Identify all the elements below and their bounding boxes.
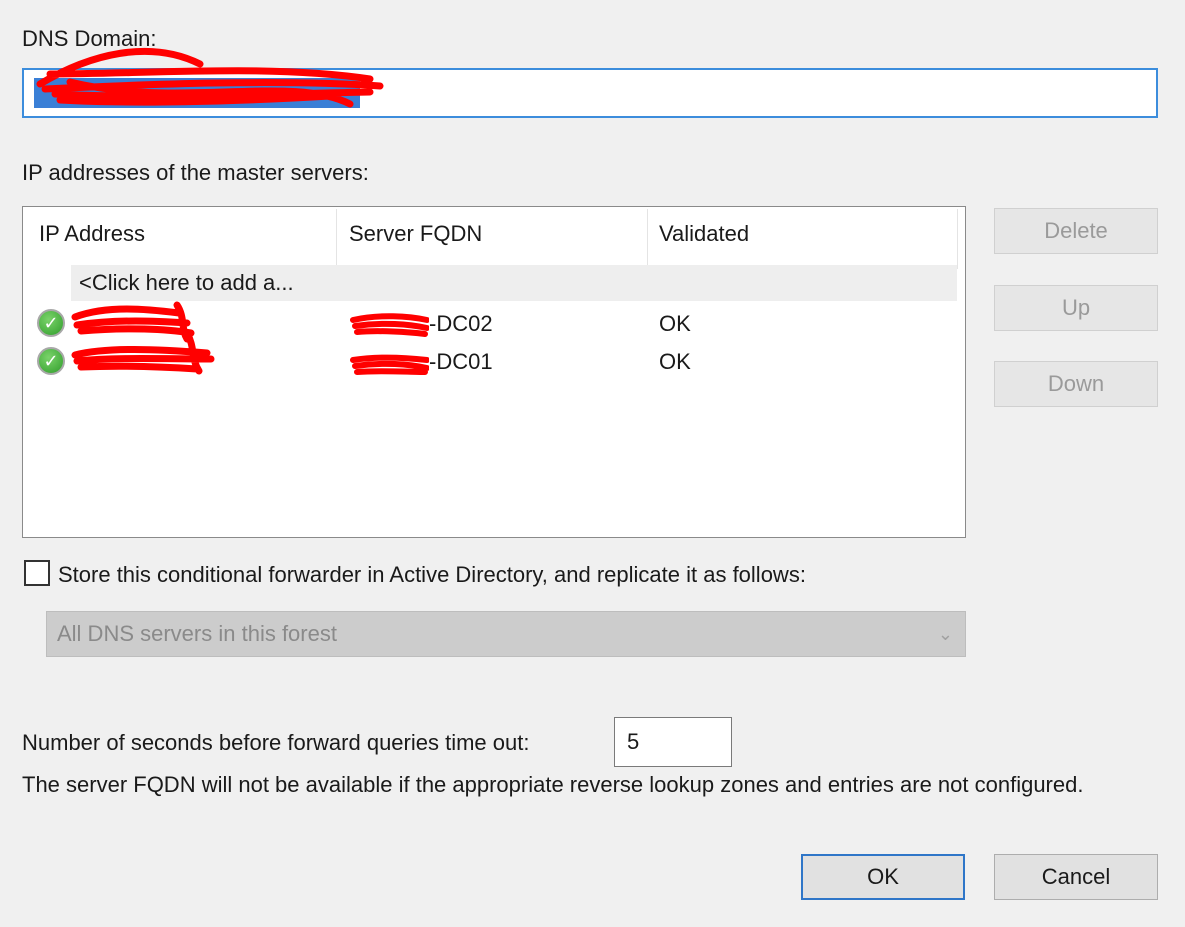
redaction-scribble — [350, 354, 430, 376]
redaction-scribble — [350, 313, 430, 338]
fqdn-cell: -DC02 — [349, 311, 493, 338]
down-button[interactable]: Down — [994, 361, 1158, 407]
fqdn-suffix: -DC01 — [429, 349, 493, 374]
up-button[interactable]: Up — [994, 285, 1158, 331]
delete-button[interactable]: Delete — [994, 208, 1158, 254]
store-in-ad-checkbox[interactable] — [24, 560, 50, 586]
table-row[interactable]: ✓ -DC01 OK — [23, 329, 963, 381]
master-servers-label: IP addresses of the master servers: — [22, 160, 369, 185]
column-header-validated[interactable]: Validated — [659, 221, 749, 247]
replication-scope-value: All DNS servers in this forest — [57, 621, 337, 646]
column-separator — [336, 209, 337, 269]
column-header-ip-address[interactable]: IP Address — [39, 221, 145, 247]
timeout-input[interactable]: 5 — [614, 717, 732, 767]
dns-domain-input[interactable] — [22, 47, 1158, 118]
validated-check-icon: ✓ — [37, 309, 65, 337]
fqdn-cell: -DC01 — [349, 349, 493, 376]
fqdn-suffix: -DC02 — [429, 311, 493, 336]
add-server-row[interactable]: <Click here to add a... — [71, 265, 957, 301]
column-separator — [957, 209, 958, 269]
master-servers-list[interactable]: IP Address Server FQDN Validated <Click … — [22, 206, 966, 538]
cancel-button[interactable]: Cancel — [994, 854, 1158, 900]
column-header-server-fqdn[interactable]: Server FQDN — [349, 221, 482, 247]
store-in-ad-label: Store this conditional forwarder in Acti… — [58, 562, 806, 587]
validated-check-icon: ✓ — [37, 347, 65, 375]
timeout-label: Number of seconds before forward queries… — [22, 730, 530, 755]
ok-button[interactable]: OK — [801, 854, 965, 900]
validated-cell: OK — [659, 349, 691, 374]
validated-cell: OK — [659, 311, 691, 336]
chevron-down-icon: ⌄ — [937, 624, 953, 644]
replication-scope-select[interactable]: All DNS servers in this forest ⌄ — [46, 611, 966, 657]
redaction-scribble — [36, 47, 384, 108]
redaction-scribble — [71, 329, 215, 375]
fqdn-note: The server FQDN will not be available if… — [22, 772, 1084, 797]
column-separator — [647, 209, 648, 269]
